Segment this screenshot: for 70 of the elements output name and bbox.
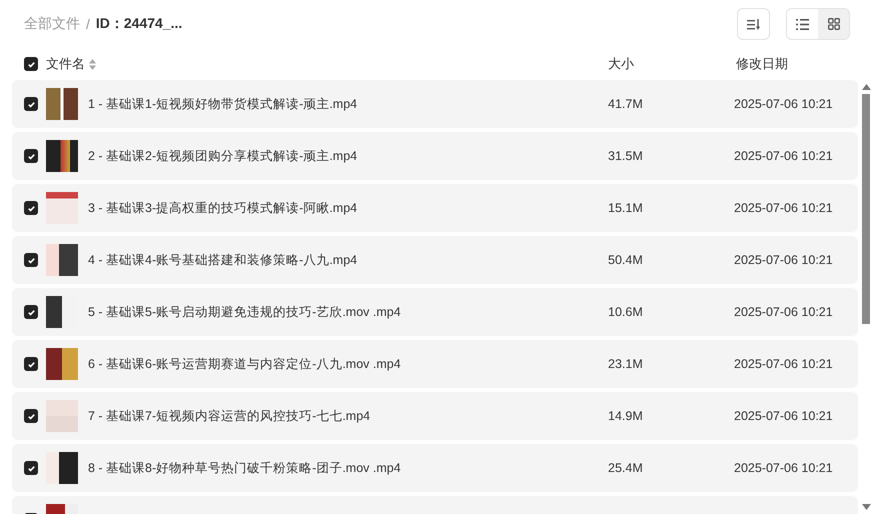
grid-icon bbox=[828, 18, 840, 30]
file-size: 23.1M bbox=[608, 357, 644, 371]
check-icon bbox=[26, 60, 36, 68]
file-size: 14.9M bbox=[608, 409, 644, 423]
file-row[interactable]: 2 - 基础课2-短视频团购分享模式解读-顽主.mp4 31.5M 2025-07-06 10:21 bbox=[12, 132, 858, 180]
file-name: 2 - 基础课2-短视频团购分享模式解读-顽主.mp4 bbox=[88, 148, 358, 164]
file-name: 1 - 基础课1-短视频好物带货模式解读-顽主.mp4 bbox=[88, 96, 358, 112]
modified-date: 2025-07-06 10:21 bbox=[734, 357, 833, 371]
row-checkbox[interactable] bbox=[24, 305, 38, 319]
breadcrumb-separator: / bbox=[86, 16, 90, 32]
scroll-up-icon[interactable] bbox=[862, 84, 870, 90]
modified-date: 2025-07-06 10:21 bbox=[734, 201, 833, 215]
file-row[interactable]: 6 - 基础课6-账号运营期赛道与内容定位-八九.mov .mp4 23.1M 2025-07-06 10:21 bbox=[12, 340, 858, 388]
row-checkbox[interactable] bbox=[24, 253, 38, 267]
scroll-down-icon[interactable] bbox=[862, 504, 870, 510]
check-icon bbox=[26, 256, 36, 264]
video-thumbnail bbox=[46, 140, 78, 172]
file-name: 8 - 基础课8-好物种草号热门破千粉策略-团子.mov .mp4 bbox=[88, 460, 402, 476]
video-thumbnail bbox=[46, 244, 78, 276]
file-name: 4 - 基础课4-账号基础搭建和装修策略-八九.mp4 bbox=[88, 252, 358, 268]
row-checkbox[interactable] bbox=[24, 461, 38, 475]
modified-date: 2025-07-06 10:21 bbox=[734, 149, 833, 163]
file-name: 6 - 基础课6-账号运营期赛道与内容定位-八九.mov .mp4 bbox=[88, 356, 402, 372]
list-icon bbox=[796, 18, 809, 30]
modified-date: 2025-07-06 10:21 bbox=[734, 253, 833, 267]
file-name: 5 - 基础课5-账号启动期避免违规的技巧-艺欣.mov .mp4 bbox=[88, 304, 402, 320]
check-icon bbox=[26, 100, 36, 108]
file-size: 31.5M bbox=[608, 149, 644, 163]
video-thumbnail bbox=[46, 348, 78, 380]
sort-button[interactable] bbox=[737, 8, 770, 40]
video-thumbnail bbox=[46, 192, 78, 224]
modified-date: 2025-07-06 10:21 bbox=[734, 409, 833, 423]
file-row[interactable]: 1 - 基础课1-短视频好物带货模式解读-顽主.mp4 41.7M 2025-07-06 10:21 bbox=[12, 80, 858, 128]
check-icon bbox=[26, 360, 36, 368]
row-checkbox[interactable] bbox=[24, 357, 38, 371]
modified-date: 2025-07-06 10:21 bbox=[734, 305, 833, 319]
modified-date: 2025-07-06 10:21 bbox=[734, 461, 833, 475]
check-icon bbox=[26, 308, 36, 316]
file-row[interactable]: 7 - 基础课7-短视频内容运营的风控技巧-七七.mp4 14.9M 2025-07-06 10:21 bbox=[12, 392, 858, 440]
file-size: 15.1M bbox=[608, 201, 644, 215]
file-row[interactable]: 8 - 基础课8-好物种草号热门破千粉策略-团子.mov .mp4 25.4M 2025-07-06 10:21 bbox=[12, 444, 858, 492]
file-size: 50.4M bbox=[608, 253, 644, 267]
file-size: 25.4M bbox=[608, 461, 644, 475]
check-icon bbox=[26, 152, 36, 160]
scrollbar-thumb[interactable] bbox=[862, 94, 870, 324]
column-header[interactable]: 文件名 bbox=[46, 55, 96, 73]
file-row[interactable]: 4 - 基础课4-账号基础搭建和装修策略-八九.mp4 50.4M 2025-07-06 10:21 bbox=[12, 236, 858, 284]
file-row[interactable]: 5 - 基础课5-账号启动期避免违规的技巧-艺欣.mov .mp4 10.6M 2025-07-06 10:21 bbox=[12, 288, 858, 336]
breadcrumb-current: ID：24474_... bbox=[96, 15, 182, 33]
video-thumbnail bbox=[46, 400, 78, 432]
video-thumbnail bbox=[46, 88, 78, 120]
row-checkbox[interactable] bbox=[24, 149, 38, 163]
row-checkbox[interactable] bbox=[24, 409, 38, 423]
sort-order-icon bbox=[747, 18, 760, 30]
row-checkbox[interactable] bbox=[24, 201, 38, 215]
column-header[interactable]: 修改日期 bbox=[736, 55, 788, 73]
column-header[interactable]: 大小 bbox=[608, 55, 634, 73]
grid-view-button[interactable] bbox=[818, 9, 849, 39]
check-icon bbox=[26, 464, 36, 472]
check-icon bbox=[26, 412, 36, 420]
file-row[interactable]: 3 - 基础课3-提高权重的技巧模式解读-阿瞅.mp4 15.1M 2025-07-06 10:21 bbox=[12, 184, 858, 232]
check-icon bbox=[26, 204, 36, 212]
select-all-checkbox[interactable] bbox=[24, 57, 38, 71]
file-size: 41.7M bbox=[608, 97, 644, 111]
file-size: 10.6M bbox=[608, 305, 644, 319]
file-name: 3 - 基础课3-提高权重的技巧模式解读-阿瞅.mp4 bbox=[88, 200, 358, 216]
file-name: 7 - 基础课7-短视频内容运营的风控技巧-七七.mp4 bbox=[88, 408, 372, 424]
video-thumbnail bbox=[46, 452, 78, 484]
modified-date: 2025-07-06 10:21 bbox=[734, 97, 833, 111]
row-checkbox[interactable] bbox=[24, 97, 38, 111]
